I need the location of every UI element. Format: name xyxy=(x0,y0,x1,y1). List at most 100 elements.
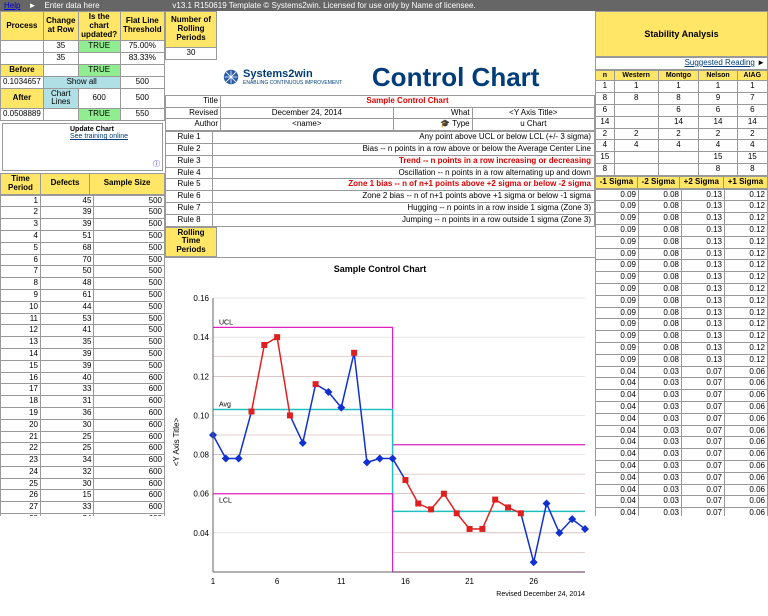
data-row[interactable]: 1335500 xyxy=(1,337,165,349)
data-row[interactable]: 670500 xyxy=(1,254,165,266)
data-row[interactable]: 2030600 xyxy=(1,419,165,431)
svg-text:0.14: 0.14 xyxy=(193,333,209,342)
sigma-row: 0.040.030.070.06 xyxy=(596,366,768,378)
data-row[interactable]: 1241500 xyxy=(1,325,165,337)
svg-text:0.06: 0.06 xyxy=(193,490,209,499)
svg-text:<Y Axis Title>: <Y Axis Title> xyxy=(172,417,181,466)
logo-icon xyxy=(223,69,239,85)
sigma-row: 0.040.030.070.06 xyxy=(596,508,768,516)
chart-lines-button[interactable]: Chart Lines xyxy=(43,88,78,109)
data-row[interactable]: 1153500 xyxy=(1,313,165,325)
rules-table: Rule 1Any point above UCL or below LCL (… xyxy=(165,131,595,226)
rule-values-row: 14141414 xyxy=(596,116,768,128)
svg-text:Avg: Avg xyxy=(219,402,231,409)
sigma-row: 0.040.030.070.06 xyxy=(596,484,768,496)
control-chart[interactable]: Sample Control Chart 0.040.060.080.100.1… xyxy=(165,257,595,592)
data-table: 1455002395003395004515005685006705007505… xyxy=(0,195,165,516)
sigma-row: 0.090.080.130.12 xyxy=(596,236,768,248)
rule-values-row: 11111 xyxy=(596,81,768,93)
sigma-row: 0.040.030.070.06 xyxy=(596,496,768,508)
sigma-row: 0.040.030.070.06 xyxy=(596,413,768,425)
suggested-table: Suggested Reading ► xyxy=(595,57,768,70)
help-link[interactable]: Help xyxy=(0,1,24,10)
rule-values-row: 22222 xyxy=(596,128,768,140)
change-row-1[interactable]: 35 xyxy=(43,41,78,53)
data-row[interactable]: 568500 xyxy=(1,242,165,254)
stability-header: Stability Analysis xyxy=(595,11,768,57)
title-input[interactable]: Sample Control Chart xyxy=(366,96,448,105)
periods-input[interactable]: 30 xyxy=(166,48,217,60)
data-row[interactable]: 2334600 xyxy=(1,455,165,467)
svg-text:0.04: 0.04 xyxy=(193,529,209,538)
svg-text:11: 11 xyxy=(337,577,346,586)
sigma-row: 0.090.080.130.12 xyxy=(596,343,768,355)
type-select[interactable]: u Chart xyxy=(472,119,594,131)
data-row[interactable]: 848500 xyxy=(1,278,165,290)
rule-row: Rule 6Zone 2 bias -- n of n+1 points abo… xyxy=(166,191,595,203)
rolling-header: Rolling Time Periods xyxy=(165,227,217,257)
update-chart-box: Update Chart See training online ⓘ xyxy=(2,123,163,171)
data-row[interactable]: 2733600 xyxy=(1,502,165,514)
sigma-row: 0.090.080.130.12 xyxy=(596,189,768,201)
arrow-icon: ► xyxy=(757,58,765,67)
data-row[interactable]: 2225600 xyxy=(1,443,165,455)
rule-row: Rule 5Zone 1 bias -- n of n+1 points abo… xyxy=(166,179,595,191)
data-row[interactable]: 750500 xyxy=(1,266,165,278)
data-header: Time PeriodDefectsSample Size xyxy=(0,173,165,195)
training-link[interactable]: See training online xyxy=(70,133,160,140)
data-row[interactable]: 1936600 xyxy=(1,407,165,419)
data-row[interactable]: 1044500 xyxy=(1,301,165,313)
sigma-row: 0.090.080.130.12 xyxy=(596,213,768,225)
sigma-row: 0.090.080.130.12 xyxy=(596,248,768,260)
sigma-row: 0.040.030.070.06 xyxy=(596,402,768,414)
svg-text:21: 21 xyxy=(465,577,474,586)
update-chart-button[interactable]: Update Chart xyxy=(70,126,160,133)
data-row[interactable]: 1539500 xyxy=(1,360,165,372)
rule-row: Rule 3Trend -- n points in a row increas… xyxy=(166,155,595,167)
sigma-row: 0.040.030.070.06 xyxy=(596,472,768,484)
rule-values-row: 6666 xyxy=(596,105,768,117)
svg-text:0.08: 0.08 xyxy=(193,451,209,460)
svg-text:6: 6 xyxy=(275,577,280,586)
version-text: v13.1 R150619 Template © Systems2win. Li… xyxy=(168,1,479,10)
sigma-scroll[interactable]: 0.090.080.130.120.090.080.130.120.090.08… xyxy=(595,189,768,516)
rule-row: Rule 2Bias -- n points in a row above or… xyxy=(166,143,595,155)
sigma-row: 0.040.030.070.06 xyxy=(596,425,768,437)
data-row[interactable]: 1831600 xyxy=(1,396,165,408)
data-scroll[interactable]: 1455002395003395004515005685006705007505… xyxy=(0,195,165,516)
process-table: ProcessChange at RowIs the chart updated… xyxy=(0,11,165,121)
info-icon[interactable]: ⓘ xyxy=(153,159,160,169)
data-row[interactable]: 1439500 xyxy=(1,348,165,360)
sigma-row: 0.040.030.070.06 xyxy=(596,390,768,402)
data-row[interactable]: 451500 xyxy=(1,230,165,242)
data-row[interactable]: 2615600 xyxy=(1,490,165,502)
sigma-row: 0.090.080.130.12 xyxy=(596,319,768,331)
chart-title: Sample Control Chart xyxy=(165,258,595,280)
data-row[interactable]: 2530600 xyxy=(1,478,165,490)
show-all-button[interactable]: Show all xyxy=(43,76,120,88)
data-row[interactable]: 339500 xyxy=(1,219,165,231)
sigma-row: 0.040.030.070.06 xyxy=(596,378,768,390)
brand-text: Systems2win xyxy=(243,68,342,80)
svg-text:UCL: UCL xyxy=(219,319,233,326)
svg-text:16: 16 xyxy=(401,577,410,586)
sigma-row: 0.090.080.130.12 xyxy=(596,354,768,366)
data-row[interactable]: 2432600 xyxy=(1,466,165,478)
data-row[interactable]: 2125600 xyxy=(1,431,165,443)
sigma-header: -1 Sigma-2 Sigma+2 Sigma+1 Sigma xyxy=(595,176,768,189)
rule-values-table: nWesternMontgoNelsonAIAG1111188897666614… xyxy=(595,70,768,176)
svg-text:0.12: 0.12 xyxy=(193,372,209,381)
rule-values-row: 888 xyxy=(596,164,768,176)
data-row[interactable]: 1640600 xyxy=(1,372,165,384)
data-row[interactable]: 961500 xyxy=(1,289,165,301)
arrow-icon: ► xyxy=(24,1,40,10)
data-row[interactable]: 145500 xyxy=(1,195,165,207)
app-header: Help ► Enter data here v13.1 R150619 Tem… xyxy=(0,0,768,11)
reading-link[interactable]: Suggested Reading xyxy=(685,58,755,67)
data-row[interactable]: 1733600 xyxy=(1,384,165,396)
data-row[interactable]: 239500 xyxy=(1,207,165,219)
main-title: Control Chart xyxy=(372,62,540,93)
meta-table: TitleSample Control Chart RevisedDecembe… xyxy=(165,95,595,131)
rule-row: Rule 1Any point above UCL or below LCL (… xyxy=(166,132,595,144)
sigma-row: 0.090.080.130.12 xyxy=(596,307,768,319)
